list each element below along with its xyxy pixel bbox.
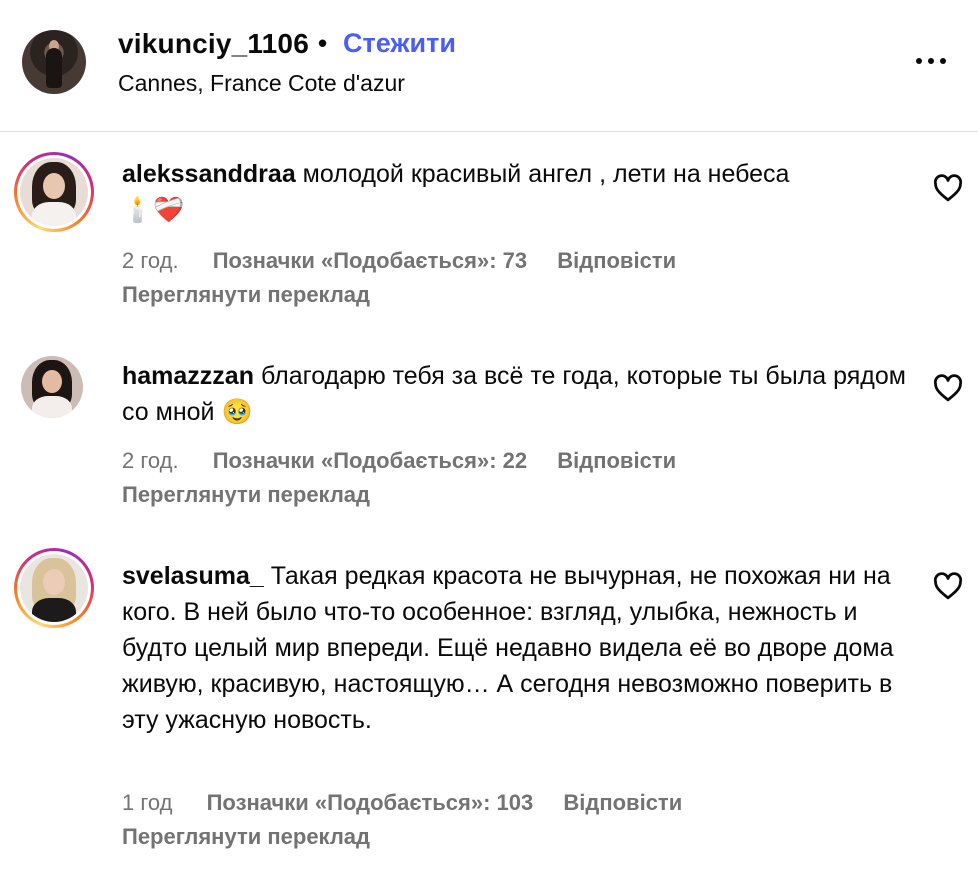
- comment-body: молодой красивый ангел , лети на небеса: [302, 160, 790, 188]
- reply-button[interactable]: Відповісти: [557, 248, 676, 273]
- comment-likes[interactable]: Позначки «Подобається»: 22: [213, 448, 527, 473]
- comment-emoji: 🥹: [221, 398, 253, 426]
- comment-text: alekssanddraa молодой красивый ангел , л…: [122, 156, 912, 228]
- post-author-username[interactable]: vikunciy_1106: [118, 28, 309, 60]
- reply-button[interactable]: Відповісти: [557, 448, 676, 473]
- heart-icon[interactable]: [933, 572, 963, 600]
- commenter-avatar[interactable]: [14, 152, 94, 232]
- comment-emoji: 🕯️❤️‍🩹: [122, 196, 185, 224]
- separator-dot: •: [318, 28, 328, 58]
- follow-button[interactable]: Стежити: [343, 28, 456, 59]
- comment-likes[interactable]: Позначки «Подобається»: 103: [207, 790, 534, 815]
- more-horizontal-icon[interactable]: [914, 56, 948, 68]
- comment-item: alekssanddraa молодой красивый ангел , л…: [0, 150, 978, 320]
- comment-text: hamazzzan благодарю тебя за всё те года,…: [122, 358, 912, 430]
- commenter-avatar[interactable]: [14, 548, 94, 628]
- post-location[interactable]: Cannes, France Cote d'azur: [118, 70, 405, 97]
- comment-author[interactable]: svelasuma_: [122, 562, 264, 590]
- comment-time[interactable]: 1 год: [122, 790, 172, 815]
- comment-time[interactable]: 2 год.: [122, 448, 179, 473]
- comment-item: svelasuma_ Такая редкая красота не вычур…: [0, 546, 978, 856]
- see-translation-link[interactable]: Переглянути переклад: [122, 282, 370, 308]
- comment-meta: 2 год. Позначки «Подобається»: 22 Відпов…: [122, 448, 676, 474]
- heart-icon[interactable]: [933, 174, 963, 202]
- header-divider: [0, 131, 978, 132]
- reply-button[interactable]: Відповісти: [563, 790, 682, 815]
- see-translation-link[interactable]: Переглянути переклад: [122, 482, 370, 508]
- comment-text: svelasuma_ Такая редкая красота не вычур…: [122, 558, 912, 738]
- comment-author[interactable]: hamazzzan: [122, 362, 254, 390]
- post-header: vikunciy_1106 • Стежити Cannes, France C…: [0, 0, 978, 130]
- comment-meta: 1 год Позначки «Подобається»: 103 Відпов…: [122, 790, 682, 816]
- profile-avatar[interactable]: [22, 30, 86, 94]
- heart-icon[interactable]: [933, 374, 963, 402]
- comment-meta: 2 год. Позначки «Подобається»: 73 Відпов…: [122, 248, 676, 274]
- comment-likes[interactable]: Позначки «Подобається»: 73: [213, 248, 527, 273]
- see-translation-link[interactable]: Переглянути переклад: [122, 824, 370, 850]
- commenter-avatar[interactable]: [21, 356, 83, 418]
- comment-author[interactable]: alekssanddraa: [122, 160, 296, 188]
- comment-time[interactable]: 2 год.: [122, 248, 179, 273]
- comment-item: hamazzzan благодарю тебя за всё те года,…: [0, 352, 978, 522]
